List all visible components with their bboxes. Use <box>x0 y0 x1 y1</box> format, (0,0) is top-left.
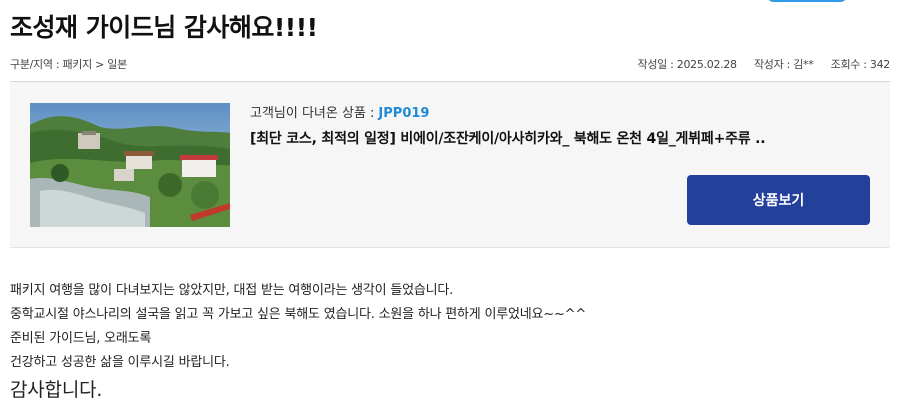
top-tab-button[interactable] <box>766 0 848 2</box>
product-name-link[interactable]: [최단 코스, 최적의 일정] 비에이/조잔케이/아사히카와_ 북해도 온천 4… <box>250 128 820 148</box>
product-code[interactable]: JPP019 <box>378 106 429 121</box>
product-card: 고객님이 다녀온 상품 : JPP019 [최단 코스, 최적의 일정] 비에이/… <box>10 82 890 248</box>
content-line: 감사합니다. <box>10 379 103 401</box>
post-meta: 구분/지역 : 패키지 > 일본 작성일 : 2025.02.28 작성자 : … <box>10 56 890 72</box>
visited-label: 고객님이 다녀온 상품 : <box>250 106 375 121</box>
content-line: 건강하고 성공한 삶을 이루시길 바랍니다. <box>10 355 230 370</box>
post-views: 조회수 : 342 <box>830 58 891 71</box>
post-content: 패키지 여행을 많이 다녀보지는 않았지만, 대접 받는 여행이라는 생각이 들… <box>10 282 870 402</box>
post-title: 조성재 가이드님 감사해요!!!! <box>10 13 318 42</box>
content-line: 준비된 가이드님, 오래도록 <box>10 331 152 346</box>
post-info: 작성일 : 2025.02.28 작성자 : 김** 조회수 : 342 <box>624 56 891 72</box>
post-date: 작성일 : 2025.02.28 <box>637 58 738 71</box>
post-author: 작성자 : 김** <box>753 58 814 71</box>
visited-product-line: 고객님이 다녀온 상품 : JPP019 <box>250 102 429 121</box>
breadcrumb: 구분/지역 : 패키지 > 일본 <box>10 58 127 71</box>
content-line: 패키지 여행을 많이 다녀보지는 않았지만, 대접 받는 여행이라는 생각이 들… <box>10 283 454 298</box>
view-product-button[interactable]: 상품보기 <box>687 175 870 225</box>
product-thumbnail[interactable] <box>30 103 230 227</box>
content-line: 중학교시절 야스나리의 설국을 읽고 꼭 가보고 싶은 북해도 였습니다. 소원… <box>10 307 587 322</box>
onsen-town-image <box>30 103 230 227</box>
